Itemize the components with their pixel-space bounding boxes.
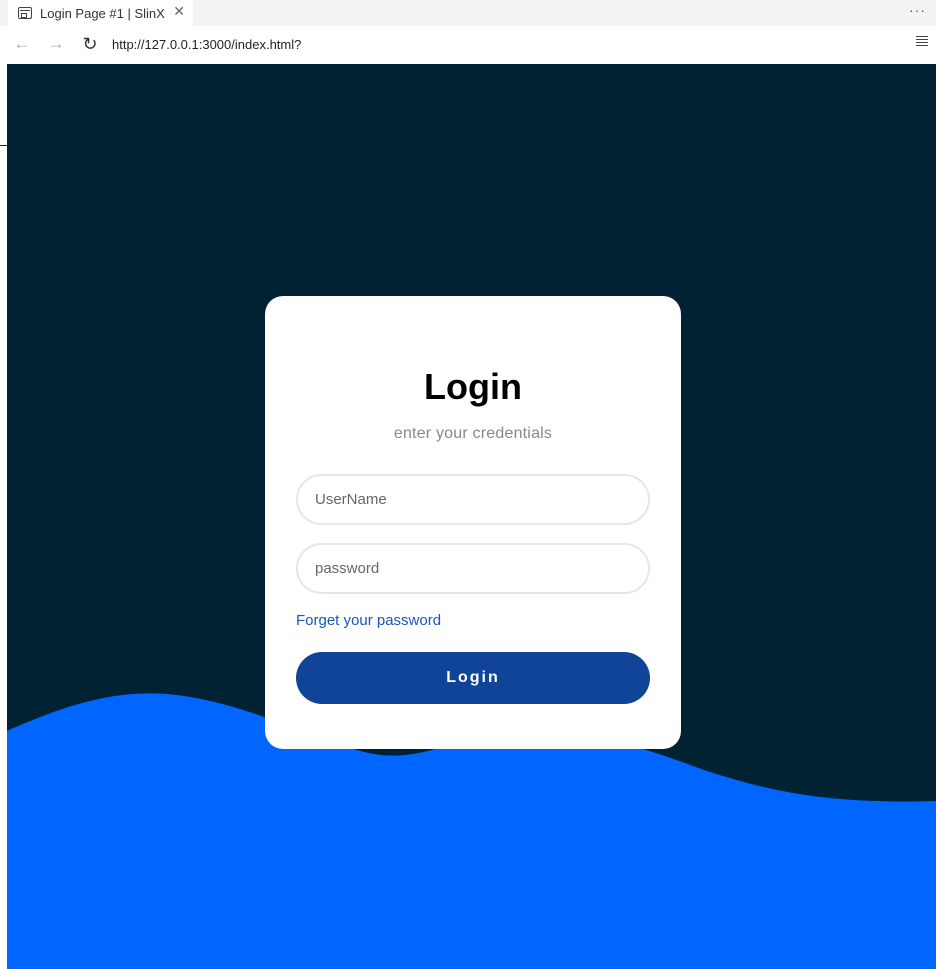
username-input[interactable] xyxy=(296,474,650,525)
forgot-password-link[interactable]: Forget your password xyxy=(296,612,441,629)
back-arrow-icon[interactable]: ← xyxy=(12,34,32,54)
gutter-marker xyxy=(0,145,7,146)
forward-arrow-icon[interactable]: → xyxy=(46,34,66,54)
page-icon xyxy=(18,7,32,19)
close-icon[interactable]: ✕ xyxy=(173,4,185,18)
password-input[interactable] xyxy=(296,543,650,594)
login-card: Login enter your credentials Forget your… xyxy=(265,296,681,749)
more-icon[interactable]: ··· xyxy=(909,2,926,18)
address-bar[interactable]: http://127.0.0.1:3000/index.html? xyxy=(112,37,301,52)
menu-icon[interactable] xyxy=(916,36,928,48)
tab-title: Login Page #1 | SlinX xyxy=(40,5,165,21)
reload-icon[interactable]: ↻ xyxy=(80,34,100,54)
login-subtitle: enter your credentials xyxy=(393,425,553,442)
browser-tab[interactable]: Login Page #1 | SlinX ✕ xyxy=(8,0,193,26)
page-viewport: Login enter your credentials Forget your… xyxy=(7,64,936,969)
login-title: Login xyxy=(424,366,522,407)
login-button[interactable]: Login xyxy=(296,652,650,704)
tab-strip: Login Page #1 | SlinX ✕ ··· xyxy=(0,0,936,26)
navigation-bar: ← → ↻ http://127.0.0.1:3000/index.html? xyxy=(0,26,936,64)
left-gutter xyxy=(0,64,7,969)
